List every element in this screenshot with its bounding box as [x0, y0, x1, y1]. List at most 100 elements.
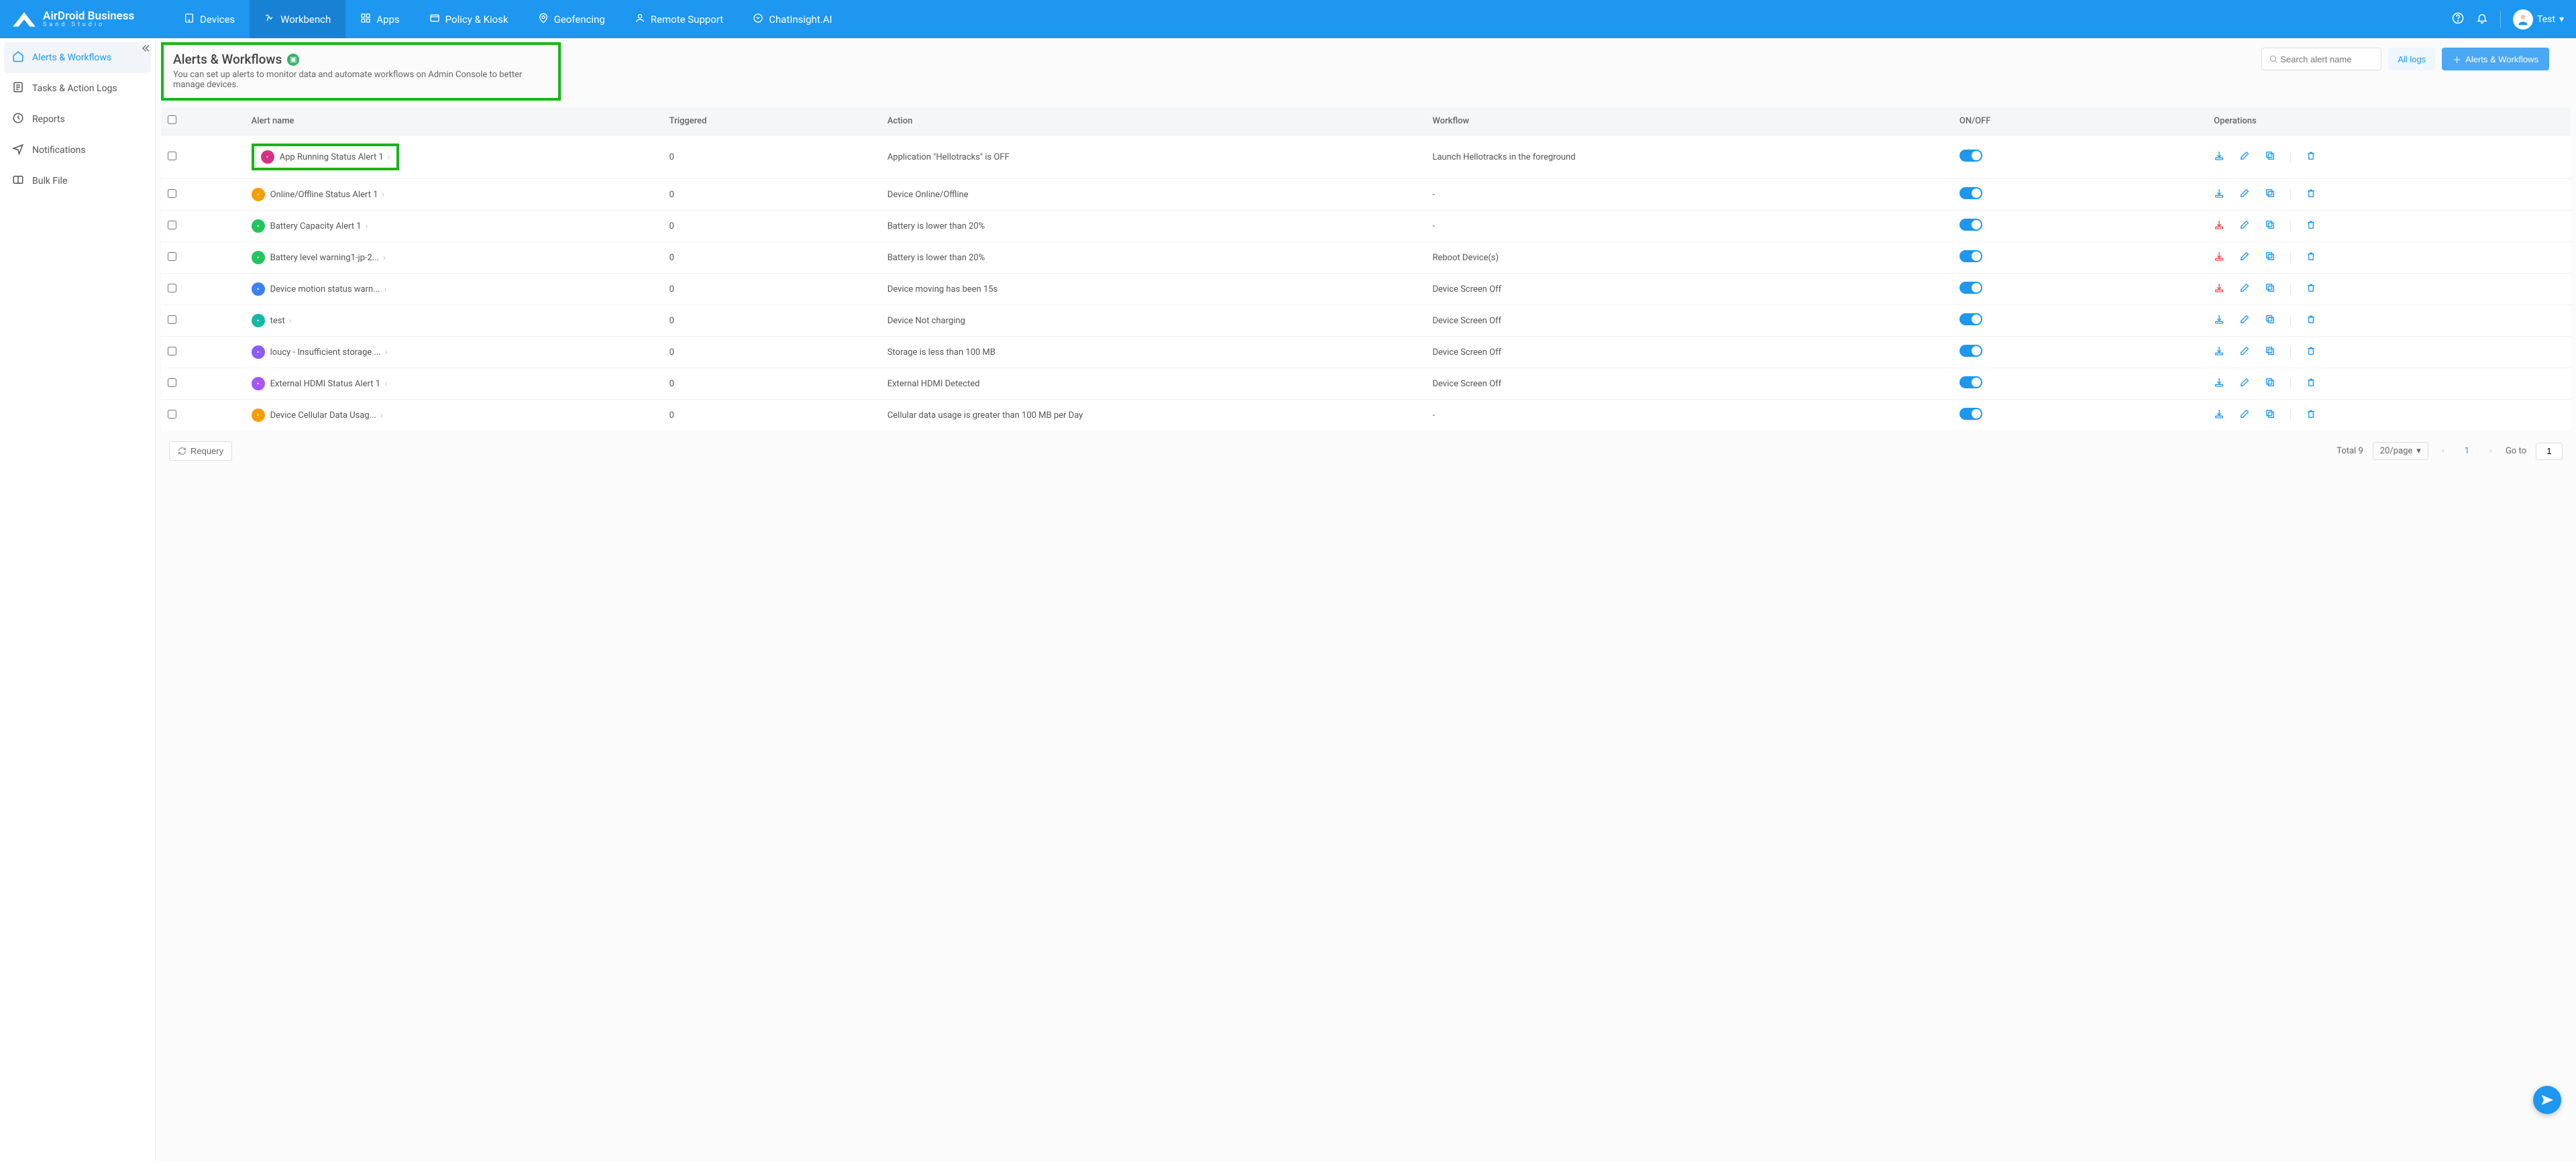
collapse-icon[interactable]	[139, 42, 151, 57]
nav-remote-support[interactable]: Remote Support	[620, 0, 738, 38]
workflow-text: -	[1426, 179, 1953, 211]
sidebar-item-reports[interactable]: Reports	[0, 104, 155, 135]
delete-icon[interactable]	[2306, 150, 2316, 164]
sidebar-item-bulk-file[interactable]: Bulk File	[0, 166, 155, 197]
download-icon[interactable]	[2214, 377, 2224, 390]
user-menu[interactable]: Test ▾	[2513, 9, 2564, 30]
onoff-toggle[interactable]	[1960, 376, 1982, 388]
alert-type-icon: •	[252, 314, 265, 327]
edit-icon[interactable]	[2239, 282, 2250, 296]
create-alert-button[interactable]: ＋ Alerts & Workflows	[2442, 48, 2549, 70]
alert-name[interactable]: Device motion status warn...	[270, 284, 380, 294]
row-checkbox[interactable]	[168, 410, 176, 419]
onoff-toggle[interactable]	[1960, 219, 1982, 231]
alert-name[interactable]: loucy - Insufficient storage ...	[270, 347, 381, 357]
col-workflow: Workflow	[1426, 107, 1953, 135]
download-icon[interactable]	[2214, 251, 2224, 264]
row-checkbox[interactable]	[168, 378, 176, 387]
goto-input[interactable]	[2536, 443, 2563, 460]
edit-icon[interactable]	[2239, 219, 2250, 233]
alert-name[interactable]: Battery level warning1-jp-2...	[270, 253, 380, 263]
onoff-toggle[interactable]	[1960, 150, 1982, 162]
alert-type-icon: •	[252, 251, 265, 264]
edit-icon[interactable]	[2239, 377, 2250, 390]
onoff-toggle[interactable]	[1960, 282, 1982, 294]
copy-icon[interactable]	[2265, 188, 2275, 201]
edit-icon[interactable]	[2239, 188, 2250, 201]
nav-workbench[interactable]: Workbench	[250, 0, 345, 38]
download-icon[interactable]	[2214, 282, 2224, 296]
delete-icon[interactable]	[2306, 219, 2316, 233]
sidebar-item-tasks-action-logs[interactable]: Tasks & Action Logs	[0, 73, 155, 104]
brand[interactable]: AirDroid Business Sand Studio	[12, 11, 153, 28]
row-checkbox[interactable]	[168, 152, 176, 160]
copy-icon[interactable]	[2265, 282, 2275, 296]
delete-icon[interactable]	[2306, 377, 2316, 390]
nav-policy-kiosk[interactable]: Policy & Kiosk	[415, 0, 523, 38]
page-number[interactable]: 1	[2458, 446, 2476, 456]
search-input-wrap[interactable]	[2261, 48, 2381, 70]
alert-name[interactable]: Online/Offline Status Alert 1	[270, 190, 378, 200]
onoff-toggle[interactable]	[1960, 345, 1982, 357]
nav-icon	[635, 13, 645, 26]
separator	[2290, 284, 2291, 294]
download-icon[interactable]	[2214, 188, 2224, 201]
alert-name[interactable]: External HDMI Status Alert 1	[270, 379, 380, 389]
download-icon[interactable]	[2214, 314, 2224, 327]
nav-geofencing[interactable]: Geofencing	[523, 0, 620, 38]
copy-icon[interactable]	[2265, 314, 2275, 327]
edit-icon[interactable]	[2239, 408, 2250, 422]
download-icon[interactable]	[2214, 345, 2224, 359]
onoff-toggle[interactable]	[1960, 408, 1982, 420]
copy-icon[interactable]	[2265, 150, 2275, 164]
delete-icon[interactable]	[2306, 314, 2316, 327]
row-checkbox[interactable]	[168, 221, 176, 229]
onoff-toggle[interactable]	[1960, 250, 1982, 262]
delete-icon[interactable]	[2306, 345, 2316, 359]
sidebar-item-notifications[interactable]: Notifications	[0, 135, 155, 166]
workflow-text: Device Screen Off	[1426, 368, 1953, 400]
search-input[interactable]	[2280, 54, 2374, 64]
nav-devices[interactable]: Devices	[169, 0, 250, 38]
copy-icon[interactable]	[2265, 345, 2275, 359]
help-icon[interactable]	[2452, 12, 2464, 27]
row-checkbox[interactable]	[168, 284, 176, 292]
alert-name[interactable]: test	[270, 316, 285, 326]
page-size-select[interactable]: 20/page ▾	[2373, 442, 2428, 460]
delete-icon[interactable]	[2306, 408, 2316, 422]
sidebar-icon	[12, 81, 24, 96]
copy-icon[interactable]	[2265, 377, 2275, 390]
alert-name[interactable]: Battery Capacity Alert 1	[270, 221, 362, 231]
onoff-toggle[interactable]	[1960, 313, 1982, 325]
fab-send-icon[interactable]	[2533, 1086, 2561, 1114]
edit-icon[interactable]	[2239, 314, 2250, 327]
prev-page-button[interactable]: ‹	[2438, 446, 2449, 456]
row-checkbox[interactable]	[168, 189, 176, 198]
delete-icon[interactable]	[2306, 188, 2316, 201]
copy-icon[interactable]	[2265, 219, 2275, 233]
copy-icon[interactable]	[2265, 408, 2275, 422]
bell-icon[interactable]	[2476, 12, 2488, 27]
row-checkbox[interactable]	[168, 347, 176, 355]
alert-name[interactable]: App Running Status Alert 1	[280, 152, 384, 162]
copy-icon[interactable]	[2265, 251, 2275, 264]
delete-icon[interactable]	[2306, 251, 2316, 264]
nav-apps[interactable]: Apps	[345, 0, 414, 38]
alert-name[interactable]: Device Cellular Data Usag...	[270, 410, 376, 421]
onoff-toggle[interactable]	[1960, 187, 1982, 199]
edit-icon[interactable]	[2239, 150, 2250, 164]
sidebar-item-alerts-workflows[interactable]: Alerts & Workflows	[4, 42, 151, 73]
all-logs-button[interactable]: All logs	[2388, 48, 2435, 70]
edit-icon[interactable]	[2239, 345, 2250, 359]
delete-icon[interactable]	[2306, 282, 2316, 296]
row-checkbox[interactable]	[168, 315, 176, 324]
select-all-checkbox[interactable]	[168, 115, 176, 124]
next-page-button[interactable]: ›	[2485, 446, 2496, 456]
nav-chatinsight-ai[interactable]: ChatInsight.AI	[738, 0, 847, 38]
edit-icon[interactable]	[2239, 251, 2250, 264]
download-icon[interactable]	[2214, 408, 2224, 422]
row-checkbox[interactable]	[168, 252, 176, 261]
download-icon[interactable]	[2214, 150, 2224, 164]
requery-button[interactable]: Requery	[169, 441, 232, 461]
download-icon[interactable]	[2214, 219, 2224, 233]
